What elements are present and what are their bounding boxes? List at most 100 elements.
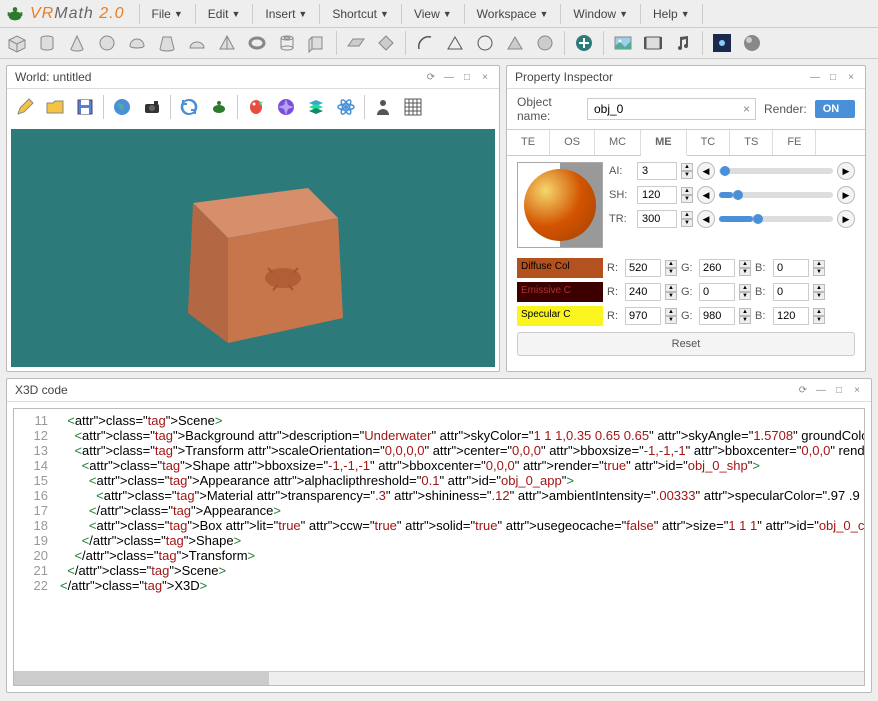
pyramid-icon[interactable] xyxy=(214,30,240,56)
tab-te[interactable]: TE xyxy=(507,130,550,155)
camera-icon[interactable] xyxy=(138,93,166,121)
arc-icon[interactable] xyxy=(412,30,438,56)
triangle-fill-icon[interactable] xyxy=(502,30,528,56)
tab-fe[interactable]: FE xyxy=(773,130,816,155)
layers-icon[interactable] xyxy=(302,93,330,121)
globe-add-icon[interactable] xyxy=(571,30,597,56)
clear-input-icon[interactable]: × xyxy=(743,102,750,116)
wedge-icon[interactable] xyxy=(184,30,210,56)
tab-os[interactable]: OS xyxy=(550,130,595,155)
tr-down-icon[interactable]: ▼ xyxy=(681,219,693,227)
menu-file[interactable]: File ▼ xyxy=(142,3,193,25)
music-icon[interactable] xyxy=(670,30,696,56)
tr-up-icon[interactable]: ▲ xyxy=(681,211,693,219)
ai-slider-dec[interactable]: ◀ xyxy=(697,162,715,180)
sh-up-icon[interactable]: ▲ xyxy=(681,187,693,195)
diffuse-b[interactable] xyxy=(773,259,809,277)
emissive-b[interactable] xyxy=(773,283,809,301)
minimize-icon[interactable]: — xyxy=(809,71,821,83)
maximize-icon[interactable]: □ xyxy=(827,71,839,83)
emissive-r[interactable] xyxy=(625,283,661,301)
diffuse-swatch[interactable]: Diffuse Col xyxy=(517,258,603,278)
folder-icon[interactable] xyxy=(41,93,69,121)
specular-r[interactable] xyxy=(625,307,661,325)
ai-slider[interactable] xyxy=(719,168,833,174)
prism-icon[interactable] xyxy=(304,30,330,56)
emissive-g[interactable] xyxy=(699,283,735,301)
tab-mc[interactable]: MC xyxy=(595,130,641,155)
close-icon[interactable]: × xyxy=(845,71,857,83)
sh-input[interactable] xyxy=(637,186,677,204)
minimize-icon[interactable]: — xyxy=(815,384,827,396)
star-burst-icon[interactable] xyxy=(272,93,300,121)
emissive-swatch[interactable]: Emissive C xyxy=(517,282,603,302)
maximize-icon[interactable]: □ xyxy=(461,71,473,83)
cone-icon[interactable] xyxy=(64,30,90,56)
tr-slider[interactable] xyxy=(719,216,833,222)
refresh-icon[interactable]: ⟳ xyxy=(425,71,437,83)
grid-icon[interactable] xyxy=(399,93,427,121)
earth-icon[interactable] xyxy=(108,93,136,121)
sync-icon[interactable] xyxy=(175,93,203,121)
cylinder-icon[interactable] xyxy=(34,30,60,56)
plane-icon[interactable] xyxy=(343,30,369,56)
parrot-icon[interactable] xyxy=(242,93,270,121)
triangle-outline-icon[interactable] xyxy=(442,30,468,56)
light-icon[interactable] xyxy=(709,30,735,56)
close-icon[interactable]: × xyxy=(851,384,863,396)
ai-slider-inc[interactable]: ▶ xyxy=(837,162,855,180)
3d-viewport[interactable] xyxy=(11,129,495,367)
tr-slider-inc[interactable]: ▶ xyxy=(837,210,855,228)
object-name-input[interactable] xyxy=(587,98,756,120)
menu-insert[interactable]: Insert ▼ xyxy=(255,3,317,25)
specular-b[interactable] xyxy=(773,307,809,325)
atom-icon[interactable] xyxy=(332,93,360,121)
menu-window[interactable]: Window ▼ xyxy=(563,3,638,25)
pencil-icon[interactable] xyxy=(11,93,39,121)
tab-ts[interactable]: TS xyxy=(730,130,773,155)
sh-slider[interactable] xyxy=(719,192,833,198)
render-toggle[interactable]: ON xyxy=(815,100,855,118)
tube-icon[interactable] xyxy=(274,30,300,56)
tab-me[interactable]: ME xyxy=(641,130,687,156)
specular-swatch[interactable]: Specular C xyxy=(517,306,603,326)
diamond-icon[interactable] xyxy=(373,30,399,56)
horizontal-scrollbar[interactable] xyxy=(14,671,864,685)
diffuse-g[interactable] xyxy=(699,259,735,277)
menu-view[interactable]: View ▼ xyxy=(404,3,462,25)
ai-input[interactable] xyxy=(637,162,677,180)
menu-edit[interactable]: Edit ▼ xyxy=(198,3,251,25)
code-editor[interactable]: 11 <attr">class="tag">Scene>12 <attr">cl… xyxy=(14,409,864,671)
torus-icon[interactable] xyxy=(244,30,270,56)
hemisphere-icon[interactable] xyxy=(124,30,150,56)
close-icon[interactable]: × xyxy=(479,71,491,83)
refresh-icon[interactable]: ⟳ xyxy=(797,384,809,396)
ai-up-icon[interactable]: ▲ xyxy=(681,163,693,171)
save-icon[interactable] xyxy=(71,93,99,121)
tab-tc[interactable]: TC xyxy=(687,130,731,155)
diffuse-r[interactable] xyxy=(625,259,661,277)
circle-fill-icon[interactable] xyxy=(532,30,558,56)
movie-icon[interactable] xyxy=(640,30,666,56)
ai-down-icon[interactable]: ▼ xyxy=(681,171,693,179)
sh-slider-inc[interactable]: ▶ xyxy=(837,186,855,204)
material-sphere-icon[interactable] xyxy=(739,30,765,56)
specular-g[interactable] xyxy=(699,307,735,325)
tr-input[interactable] xyxy=(637,210,677,228)
box-icon[interactable] xyxy=(4,30,30,56)
minimize-icon[interactable]: — xyxy=(443,71,455,83)
menu-workspace[interactable]: Workspace ▼ xyxy=(467,3,559,25)
menu-help[interactable]: Help ▼ xyxy=(643,3,700,25)
maximize-icon[interactable]: □ xyxy=(833,384,845,396)
turtle-tool-icon[interactable] xyxy=(205,93,233,121)
sh-down-icon[interactable]: ▼ xyxy=(681,195,693,203)
image-icon[interactable] xyxy=(610,30,636,56)
sphere-icon[interactable] xyxy=(94,30,120,56)
menu-shortcut[interactable]: Shortcut ▼ xyxy=(322,3,399,25)
person-icon[interactable] xyxy=(369,93,397,121)
cone2-icon[interactable] xyxy=(154,30,180,56)
reset-button[interactable]: Reset xyxy=(517,332,855,356)
sh-slider-dec[interactable]: ◀ xyxy=(697,186,715,204)
tr-slider-dec[interactable]: ◀ xyxy=(697,210,715,228)
circle-outline-icon[interactable] xyxy=(472,30,498,56)
